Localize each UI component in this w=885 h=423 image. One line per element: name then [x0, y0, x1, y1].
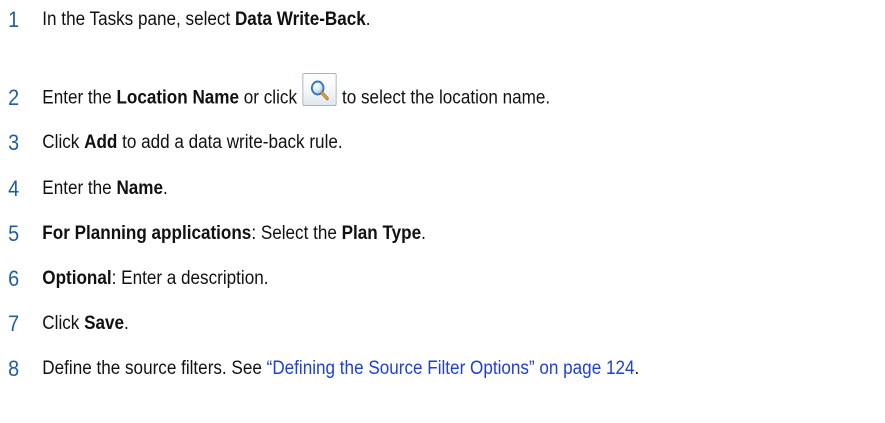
- step-text-part: .: [124, 313, 129, 334]
- step-text-part: Click: [42, 313, 85, 334]
- step-number: 1: [8, 7, 20, 32]
- ui-term-location-name: Location Name: [116, 87, 240, 109]
- step-number: 7: [8, 311, 20, 336]
- step-text-part: Enter the: [42, 87, 117, 109]
- optional-label: Optional: [42, 268, 112, 289]
- step-number: 8: [8, 356, 20, 381]
- instruction-steps: 1 In the Tasks pane, select Data Write-B…: [0, 0, 885, 423]
- ui-term-save: Save: [84, 313, 125, 334]
- step-6: 6 Optional: Enter a description.: [0, 263, 797, 295]
- step-text-part: In the Tasks pane, select: [42, 9, 235, 30]
- ui-term-data-write-back: Data Write-Back: [234, 9, 366, 30]
- step-number: 3: [8, 130, 20, 155]
- location-search-button[interactable]: [302, 72, 337, 106]
- step-number: 6: [8, 266, 20, 291]
- step-text-part: or click: [239, 87, 297, 109]
- step-text-part: : Select the: [251, 223, 342, 244]
- ui-term-plan-type: Plan Type: [341, 223, 422, 244]
- step-text: For Planning applications: Select the Pl…: [42, 218, 426, 250]
- step-text: Click Add to add a data write-back rule.: [42, 127, 342, 159]
- step-text: Enter the Name.: [42, 173, 167, 205]
- step-text-part: .: [634, 358, 640, 379]
- step-text-part: to add a data write-back rule.: [117, 132, 343, 153]
- step-text-part: Enter the: [42, 178, 117, 199]
- step-1: 1 In the Tasks pane, select Data Write-B…: [0, 4, 797, 36]
- step-text-part: to select the location name.: [342, 87, 551, 109]
- step-5: 5 For Planning applications: Select the …: [0, 218, 797, 250]
- step-2: 2 Enter the Location Name or click to se…: [0, 72, 797, 115]
- step-text: Define the source filters. See “Defining…: [42, 353, 639, 385]
- ui-term-name: Name: [116, 178, 164, 199]
- step-number: 4: [8, 176, 20, 201]
- step-text-part: .: [365, 9, 371, 30]
- step-number: 5: [8, 221, 20, 246]
- step-text-part: .: [163, 178, 168, 199]
- step-text-part: Click: [42, 132, 85, 153]
- step-text: Enter the Location Name or click to sele…: [42, 72, 551, 115]
- step-number: 2: [8, 85, 20, 110]
- step-8: 8 Define the source filters. See “Defini…: [0, 353, 797, 385]
- condition-for-planning-applications: For Planning applications: [42, 223, 252, 244]
- step-text-part: Define the source filters. See: [42, 358, 267, 379]
- step-4: 4 Enter the Name.: [0, 173, 797, 205]
- magnifier-search-icon: [310, 80, 329, 100]
- step-text: In the Tasks pane, select Data Write-Bac…: [42, 4, 370, 36]
- step-7: 7 Click Save.: [0, 308, 797, 340]
- step-text-part: .: [421, 223, 426, 244]
- ui-term-add: Add: [84, 132, 118, 153]
- step-text-part: : Enter a description.: [111, 268, 269, 289]
- step-text: Optional: Enter a description.: [42, 263, 268, 295]
- step-3: 3 Click Add to add a data write-back rul…: [0, 127, 797, 159]
- step-text: Click Save.: [42, 308, 128, 340]
- cross-reference-link[interactable]: “Defining the Source Filter Options” on …: [267, 358, 635, 379]
